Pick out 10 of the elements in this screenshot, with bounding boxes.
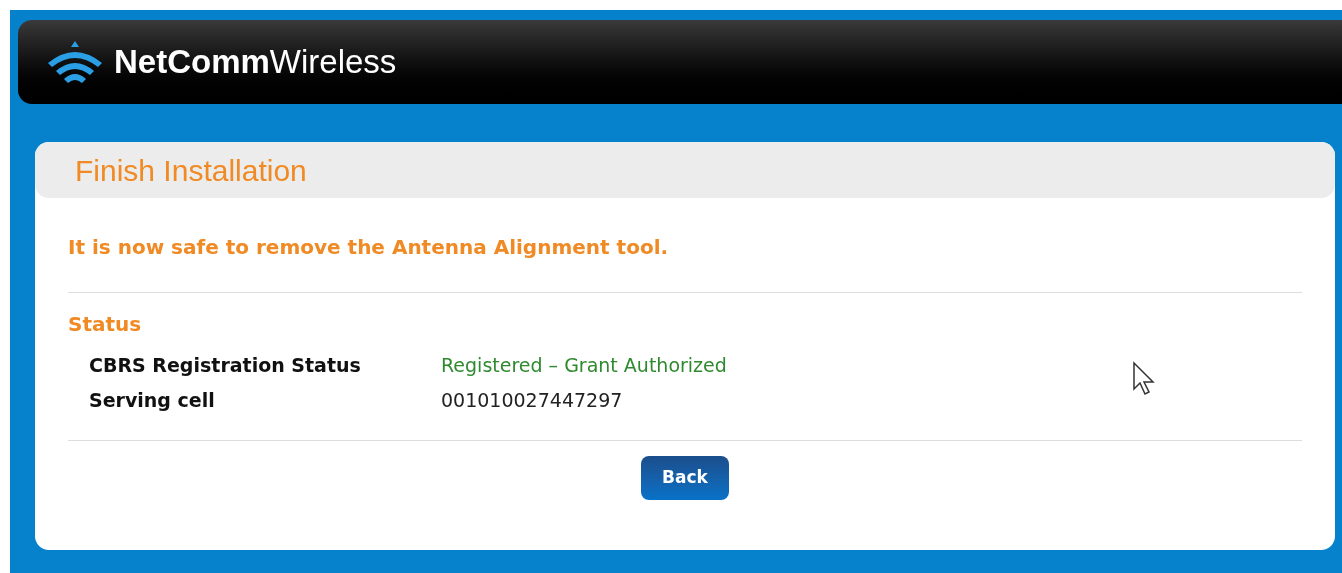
field-value: 001010027447297 xyxy=(441,387,623,413)
mouse-pointer-icon xyxy=(1132,361,1156,397)
back-button[interactable]: Back xyxy=(641,456,729,500)
section-heading: Status xyxy=(68,311,143,338)
page-title: Finish Installation xyxy=(75,152,307,189)
field-label: Serving cell xyxy=(89,387,216,413)
notice-text: It is now safe to remove the Antenna Alignment tool. xyxy=(68,234,670,261)
field-label: CBRS Registration Status xyxy=(89,353,362,378)
brand-logo-text: NetCommWireless xyxy=(114,42,397,83)
field-value: Registered – Grant Authorized xyxy=(441,353,727,378)
